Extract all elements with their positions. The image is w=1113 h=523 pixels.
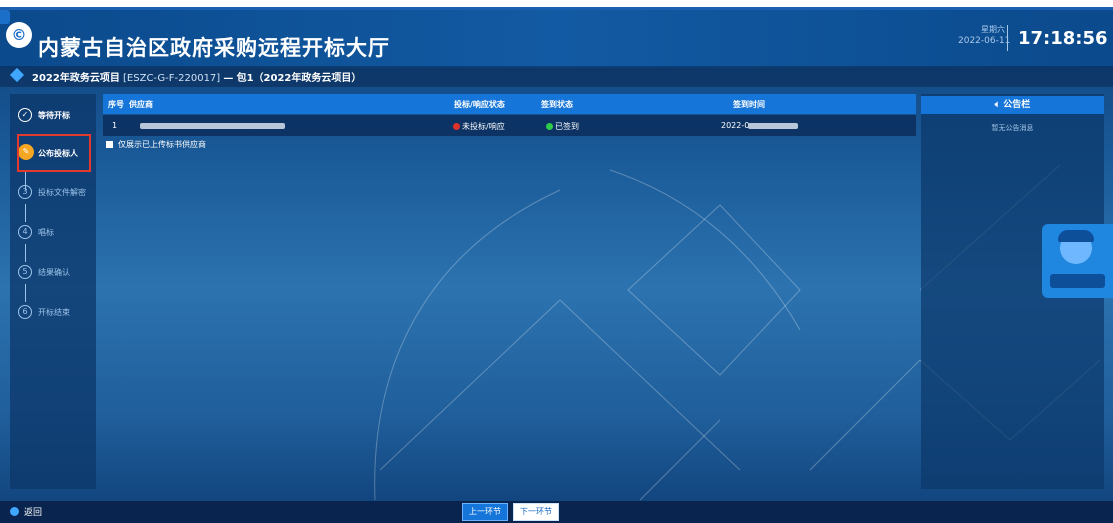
step-connector <box>25 244 26 262</box>
filter-uploaded-only[interactable]: 仅展示已上传标书供应商 <box>106 139 206 150</box>
filter-label: 仅展示已上传标书供应商 <box>118 140 206 149</box>
assistant-widget[interactable] <box>1042 224 1113 298</box>
project-title: 2022年政务云项目 [ESZC-G-F-220017] — 包1（2022年政… <box>32 69 361 84</box>
cell-index: 1 <box>112 121 118 130</box>
cell-bid-status: 未投标/响应 <box>453 121 505 132</box>
step-number: 5 <box>18 265 32 279</box>
redacted-signin-time <box>748 123 798 129</box>
step-number: 4 <box>18 225 32 239</box>
step-connector <box>25 204 26 222</box>
column-header-signin-status: 签到状态 <box>541 100 573 109</box>
step-waiting-open[interactable]: ✓ 等待开标 <box>10 105 96 127</box>
step-read-bids[interactable]: 4 唱标 <box>10 222 96 244</box>
weekday-label: 星期六 <box>981 25 1005 34</box>
back-button[interactable]: 返回 <box>10 505 42 518</box>
assistant-hat <box>1058 230 1094 242</box>
prev-step-button[interactable]: 上一环节 <box>462 503 508 521</box>
assistant-badge <box>1050 274 1105 288</box>
clock-time: 17:18:56 <box>1018 28 1108 49</box>
step-label: 唱标 <box>38 228 54 237</box>
cell-signin-status: 已签到 <box>546 121 579 132</box>
check-icon: ✓ <box>18 108 32 122</box>
clock-divider <box>1007 25 1008 51</box>
column-header-signin-time: 签到时间 <box>733 100 765 109</box>
step-decrypt-files[interactable]: 3 投标文件解密 <box>10 182 96 204</box>
announcement-empty: 暂无公告消息 <box>991 124 1034 132</box>
step-label: 等待开标 <box>38 111 70 120</box>
speaker-icon: 🔈︎ <box>994 100 1004 110</box>
site-title: 内蒙古自治区政府采购远程开标大厅 <box>38 36 390 60</box>
red-dot-icon <box>453 123 460 130</box>
date-label: 2022-06-11 <box>958 36 1011 46</box>
project-code: [ESZC-G-F-220017] <box>123 73 221 84</box>
step-label: 投标文件解密 <box>38 188 86 197</box>
next-step-button[interactable]: 下一环节 <box>513 503 559 521</box>
checkbox[interactable] <box>106 141 113 148</box>
step-label: 结果确认 <box>38 268 70 277</box>
back-label: 返回 <box>24 508 43 518</box>
table-header: 序号 供应商 投标/响应状态 签到状态 签到时间 <box>103 94 916 114</box>
highlight-box <box>17 134 91 172</box>
redacted-supplier <box>140 123 285 129</box>
browser-top-strip <box>0 0 1113 10</box>
cell-signin-time: 2022-0 <box>721 121 750 130</box>
step-number: 3 <box>18 185 32 199</box>
back-icon <box>10 507 19 516</box>
step-label: 开标结束 <box>38 308 70 317</box>
announcement-title: 公告栏 <box>1003 100 1031 110</box>
logo-tab <box>0 10 10 24</box>
project-separator: — <box>223 73 234 84</box>
green-dot-icon <box>546 123 553 130</box>
bid-status-text: 未投标/响应 <box>462 122 505 131</box>
column-header-bid-status: 投标/响应状态 <box>454 100 505 109</box>
step-connector <box>25 284 26 302</box>
project-package: 包1（2022年政务云项目） <box>236 73 362 84</box>
logo-icon: © <box>6 22 32 48</box>
step-opening-end[interactable]: 6 开标结束 <box>10 302 96 324</box>
column-header-supplier: 供应商 <box>129 100 153 109</box>
step-confirm-result[interactable]: 5 结果确认 <box>10 262 96 284</box>
table-row[interactable]: 1 未投标/响应 已签到 2022-0 <box>103 115 916 136</box>
step-number: 6 <box>18 305 32 319</box>
announcement-header: 🔈︎ 公告栏 <box>921 96 1104 114</box>
signin-status-text: 已签到 <box>555 122 579 131</box>
project-name: 2022年政务云项目 <box>32 73 120 84</box>
column-header-index: 序号 <box>108 100 124 109</box>
